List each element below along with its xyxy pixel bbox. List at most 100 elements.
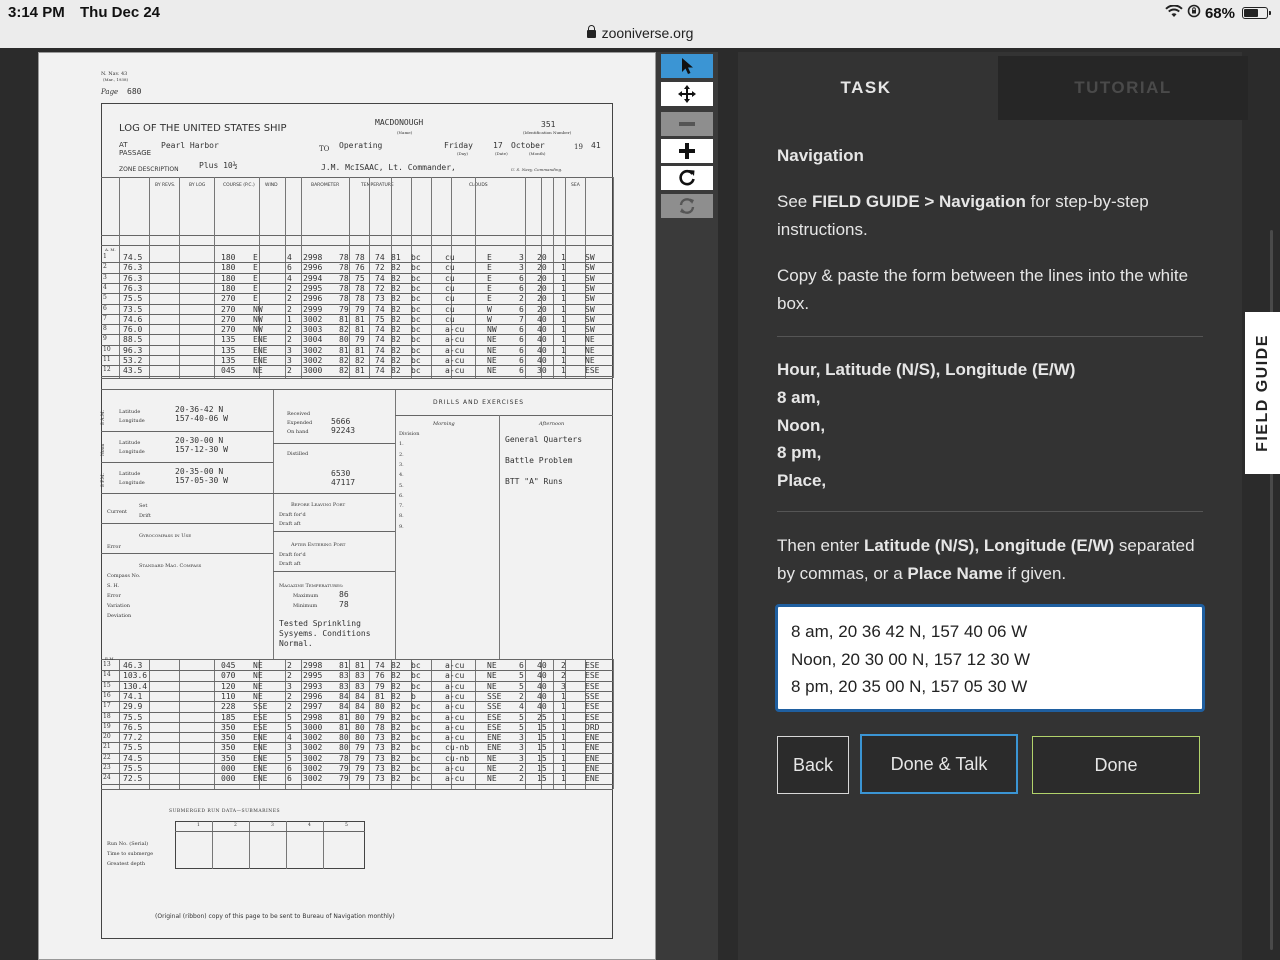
minus-icon	[679, 122, 695, 126]
log-cell-baro: 2995	[303, 671, 323, 681]
log-cell-wx: bc	[411, 743, 421, 753]
log-cell-t4: 82	[391, 671, 401, 681]
destination: Operating	[339, 141, 383, 150]
table-column-line	[323, 821, 324, 869]
log-cell-vis: 40	[537, 345, 547, 355]
tab-task[interactable]: TASK	[738, 56, 994, 120]
answer-textarea[interactable]: 8 am, 20 36 42 N, 157 40 06 W Noon, 20 30…	[775, 604, 1205, 712]
longitude-label: Longitude	[119, 449, 145, 455]
reset-tool[interactable]	[661, 194, 713, 218]
log-cell-sea: 1	[561, 325, 566, 335]
log-cell-sea: 1	[561, 263, 566, 273]
log-cell-sea: 1	[561, 774, 566, 784]
answer-line: Noon, 20 30 00 N, 157 12 30 W	[791, 649, 1031, 669]
log-cell-cl: a-cu	[445, 774, 465, 784]
form-line: 8 am,	[777, 388, 821, 407]
log-cell-vis: 40	[537, 356, 547, 365]
pointer-tool[interactable]	[661, 54, 713, 78]
log-cell-t2: 76	[355, 263, 365, 273]
log-cell-t1: 78	[339, 753, 349, 763]
column-header: BAROMETER	[311, 183, 340, 188]
answer-line: 8 pm, 20 35 00 N, 157 05 30 W	[791, 677, 1028, 696]
log-cell-t1: 82	[339, 356, 349, 365]
zoom-out-tool[interactable]	[661, 112, 713, 136]
zoom-in-tool[interactable]	[661, 139, 713, 163]
log-cell-t3: 74	[375, 335, 385, 345]
log-cell-t4: 82	[391, 691, 401, 701]
division-number: 3.	[399, 461, 404, 468]
log-cell-wf: 3	[287, 345, 292, 355]
log-cell-speed: 74.1	[123, 691, 143, 701]
depth-label: Greatest depth	[107, 861, 146, 867]
position-longitude: 157-12-30 W	[175, 445, 228, 454]
table-column-line	[475, 659, 476, 789]
log-cell-cl: a-cu	[445, 691, 465, 701]
log-cell-vis: 20	[537, 273, 547, 283]
log-cell-h: 17	[103, 702, 111, 710]
drills-title: DRILLS AND EXERCISES	[433, 399, 525, 406]
rule	[101, 245, 613, 246]
log-cell-wf: 4	[287, 733, 292, 743]
draft-aft-label: Draft aft	[279, 521, 301, 527]
log-cell-wf: 2	[287, 335, 292, 345]
address-bar[interactable]: zooniverse.org	[0, 25, 1280, 41]
rule	[101, 789, 613, 790]
log-cell-course: 180	[221, 253, 236, 262]
log-cell-course: 180	[221, 263, 236, 273]
log-cell-cl: a-cu	[445, 335, 465, 345]
log-cell-sea: 1	[561, 691, 566, 701]
move-tool[interactable]	[661, 82, 713, 106]
rotate-tool[interactable]	[661, 166, 713, 190]
log-cell-speed: 76.3	[123, 263, 143, 273]
log-cell-t2: 78	[355, 253, 365, 262]
guide-pre: See	[777, 192, 812, 211]
back-button[interactable]: Back	[777, 736, 849, 794]
log-cell-amt: 6	[519, 661, 524, 670]
log-cell-wx: bc	[411, 283, 421, 293]
log-cell-t1: 78	[339, 273, 349, 283]
log-cell-vis: 40	[537, 702, 547, 712]
log-cell-amt: 3	[519, 733, 524, 743]
log-cell-t2: 81	[355, 661, 365, 670]
tab-tutorial[interactable]: TUTORIAL	[998, 56, 1248, 120]
table-column-line	[119, 177, 120, 378]
sh-label: S. H.	[107, 583, 120, 589]
rule	[101, 462, 273, 463]
log-cell-sea: 1	[561, 366, 566, 376]
log-cell-sea: 1	[561, 753, 566, 763]
log-cell-t3: 72	[375, 283, 385, 293]
log-cell-course: 135	[221, 345, 236, 355]
log-cell-cl: a-cu	[445, 733, 465, 743]
done-and-talk-button[interactable]: Done & Talk	[860, 734, 1018, 794]
log-cell-amt: 5	[519, 681, 524, 691]
form-line: Place,	[777, 470, 827, 490]
log-cell-h: 7	[103, 314, 107, 322]
log-cell-mv: NE	[487, 671, 497, 681]
table-column-line	[349, 659, 350, 789]
fuel-expended-label: Expended	[287, 420, 313, 426]
log-cell-amt: 7	[519, 314, 524, 324]
log-cell-amt: 6	[519, 356, 524, 365]
log-cell-t1: 83	[339, 681, 349, 691]
table-column-line	[431, 659, 432, 789]
log-cell-t2: 81	[355, 325, 365, 335]
table-column-line	[149, 659, 150, 789]
ship-log-image[interactable]: N. Nav. 43 (Mar., 1938) Page 680 LOG OF …	[38, 52, 656, 960]
field-guide-tab[interactable]: FIELD GUIDE	[1245, 312, 1280, 474]
log-cell-baro: 2999	[303, 304, 323, 314]
page-label: Page	[101, 88, 119, 96]
log-cell-wx: bc	[411, 366, 421, 376]
sprinkling-note: Tested Sprinkling Sysyems. Conditions No…	[279, 619, 371, 648]
log-cell-baro: 3003	[303, 325, 323, 335]
log-cell-cl: a-cu	[445, 325, 465, 335]
log-cell-t4: 82	[391, 733, 401, 743]
clock: 3:14 PM	[8, 4, 65, 21]
done-button[interactable]: Done	[1032, 736, 1200, 794]
log-cell-sea: 1	[561, 764, 566, 773]
log-cell-wf: 5	[287, 722, 292, 732]
passage-label: PASSAGE	[119, 149, 152, 157]
log-cell-t4: 82	[391, 661, 401, 670]
log-cell-sw: SSE	[585, 691, 600, 701]
guide-instructions: See FIELD GUIDE > Navigation for step-by…	[777, 188, 1207, 244]
rotate-icon	[679, 169, 695, 186]
